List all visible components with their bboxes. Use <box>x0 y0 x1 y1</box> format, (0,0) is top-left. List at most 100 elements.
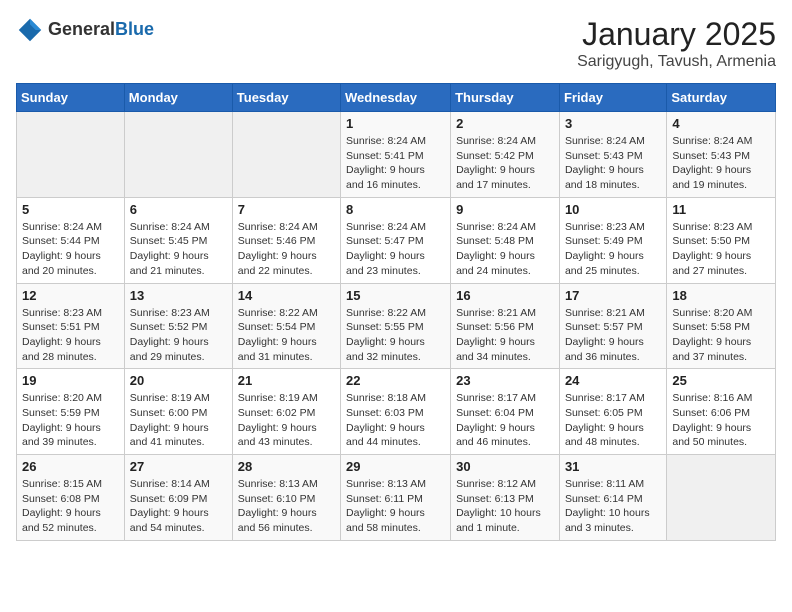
day-number: 31 <box>565 459 661 474</box>
day-info: Sunrise: 8:13 AM Sunset: 6:11 PM Dayligh… <box>346 477 445 536</box>
day-number: 7 <box>238 202 335 217</box>
day-number: 26 <box>22 459 119 474</box>
calendar-cell: 17Sunrise: 8:21 AM Sunset: 5:57 PM Dayli… <box>559 283 666 369</box>
page-header: GeneralBlue January 2025 Sarigyugh, Tavu… <box>16 16 776 71</box>
calendar-cell: 6Sunrise: 8:24 AM Sunset: 5:45 PM Daylig… <box>124 197 232 283</box>
day-number: 14 <box>238 288 335 303</box>
day-info: Sunrise: 8:21 AM Sunset: 5:56 PM Dayligh… <box>456 306 554 365</box>
day-info: Sunrise: 8:20 AM Sunset: 5:58 PM Dayligh… <box>672 306 770 365</box>
day-info: Sunrise: 8:14 AM Sunset: 6:09 PM Dayligh… <box>130 477 227 536</box>
day-number: 19 <box>22 373 119 388</box>
logo-text-blue: Blue <box>115 19 154 39</box>
day-info: Sunrise: 8:17 AM Sunset: 6:04 PM Dayligh… <box>456 391 554 450</box>
logo-icon <box>16 16 44 44</box>
day-number: 5 <box>22 202 119 217</box>
calendar-cell: 21 Sunrise: 8:19 AM Sunset: 6:02 PM Dayli… <box>232 369 340 455</box>
calendar-cell: 2 Sunrise: 8:24 AM Sunset: 5:42 PM Daylig… <box>451 112 560 198</box>
day-info: Sunrise: 8:23 AM Sunset: 5:50 PM Dayligh… <box>672 220 770 279</box>
calendar-cell: 23 Sunrise: 8:17 AM Sunset: 6:04 PM Dayli… <box>451 369 560 455</box>
day-info: Sunrise: 8:23 AM Sunset: 5:49 PM Dayligh… <box>565 220 661 279</box>
calendar-cell: 27 Sunrise: 8:14 AM Sunset: 6:09 PM Dayli… <box>124 455 232 541</box>
calendar-cell <box>667 455 776 541</box>
day-number: 21 <box>238 373 335 388</box>
calendar-cell <box>232 112 340 198</box>
calendar-cell: 31 Sunrise: 8:11 AM Sunset: 6:14 PM Dayli… <box>559 455 666 541</box>
day-number: 8 <box>346 202 445 217</box>
day-info: Sunrise: 8:11 AM Sunset: 6:14 PM Dayligh… <box>565 477 661 536</box>
calendar-cell: 1 Sunrise: 8:24 AM Sunset: 5:41 PM Daylig… <box>341 112 451 198</box>
day-header-saturday: Saturday <box>667 84 776 112</box>
calendar-cell: 7 Sunrise: 8:24 AM Sunset: 5:46 PM Daylig… <box>232 197 340 283</box>
calendar-cell: 25 Sunrise: 8:16 AM Sunset: 6:06 PM Dayli… <box>667 369 776 455</box>
day-header-tuesday: Tuesday <box>232 84 340 112</box>
day-number: 27 <box>130 459 227 474</box>
calendar-cell: 18 Sunrise: 8:20 AM Sunset: 5:58 PM Dayli… <box>667 283 776 369</box>
day-info: Sunrise: 8:24 AM Sunset: 5:43 PM Dayligh… <box>565 134 661 193</box>
day-number: 10 <box>565 202 661 217</box>
month-title: January 2025 <box>577 16 776 53</box>
day-number: 30 <box>456 459 554 474</box>
calendar-cell: 13Sunrise: 8:23 AM Sunset: 5:52 PM Dayli… <box>124 283 232 369</box>
day-number: 3 <box>565 116 661 131</box>
day-number: 28 <box>238 459 335 474</box>
day-header-monday: Monday <box>124 84 232 112</box>
day-number: 23 <box>456 373 554 388</box>
day-number: 29 <box>346 459 445 474</box>
calendar-cell: 8 Sunrise: 8:24 AM Sunset: 5:47 PM Daylig… <box>341 197 451 283</box>
day-number: 2 <box>456 116 554 131</box>
calendar-cell: 24Sunrise: 8:17 AM Sunset: 6:05 PM Dayli… <box>559 369 666 455</box>
day-info: Sunrise: 8:24 AM Sunset: 5:48 PM Dayligh… <box>456 220 554 279</box>
day-number: 9 <box>456 202 554 217</box>
day-info: Sunrise: 8:23 AM Sunset: 5:51 PM Dayligh… <box>22 306 119 365</box>
day-info: Sunrise: 8:24 AM Sunset: 5:47 PM Dayligh… <box>346 220 445 279</box>
day-number: 13 <box>130 288 227 303</box>
day-number: 22 <box>346 373 445 388</box>
week-row-1: 1 Sunrise: 8:24 AM Sunset: 5:41 PM Daylig… <box>17 112 776 198</box>
day-number: 11 <box>672 202 770 217</box>
calendar-body: 1 Sunrise: 8:24 AM Sunset: 5:41 PM Daylig… <box>17 112 776 541</box>
calendar-cell: 14 Sunrise: 8:22 AM Sunset: 5:54 PM Dayli… <box>232 283 340 369</box>
day-number: 1 <box>346 116 445 131</box>
day-info: Sunrise: 8:15 AM Sunset: 6:08 PM Dayligh… <box>22 477 119 536</box>
calendar-header: SundayMondayTuesdayWednesdayThursdayFrid… <box>17 84 776 112</box>
calendar-cell: 9 Sunrise: 8:24 AM Sunset: 5:48 PM Daylig… <box>451 197 560 283</box>
day-number: 25 <box>672 373 770 388</box>
day-info: Sunrise: 8:20 AM Sunset: 5:59 PM Dayligh… <box>22 391 119 450</box>
week-row-5: 26 Sunrise: 8:15 AM Sunset: 6:08 PM Dayli… <box>17 455 776 541</box>
location-title: Sarigyugh, Tavush, Armenia <box>577 53 776 71</box>
day-number: 12 <box>22 288 119 303</box>
week-row-2: 5 Sunrise: 8:24 AM Sunset: 5:44 PM Daylig… <box>17 197 776 283</box>
calendar-cell: 28 Sunrise: 8:13 AM Sunset: 6:10 PM Dayli… <box>232 455 340 541</box>
calendar-cell: 30 Sunrise: 8:12 AM Sunset: 6:13 PM Dayli… <box>451 455 560 541</box>
calendar-cell: 22 Sunrise: 8:18 AM Sunset: 6:03 PM Dayli… <box>341 369 451 455</box>
day-number: 4 <box>672 116 770 131</box>
day-info: Sunrise: 8:19 AM Sunset: 6:00 PM Dayligh… <box>130 391 227 450</box>
week-row-4: 19 Sunrise: 8:20 AM Sunset: 5:59 PM Dayli… <box>17 369 776 455</box>
day-number: 15 <box>346 288 445 303</box>
day-info: Sunrise: 8:17 AM Sunset: 6:05 PM Dayligh… <box>565 391 661 450</box>
day-info: Sunrise: 8:19 AM Sunset: 6:02 PM Dayligh… <box>238 391 335 450</box>
day-info: Sunrise: 8:24 AM Sunset: 5:41 PM Dayligh… <box>346 134 445 193</box>
calendar-cell: 4Sunrise: 8:24 AM Sunset: 5:43 PM Daylig… <box>667 112 776 198</box>
day-info: Sunrise: 8:24 AM Sunset: 5:46 PM Dayligh… <box>238 220 335 279</box>
day-info: Sunrise: 8:16 AM Sunset: 6:06 PM Dayligh… <box>672 391 770 450</box>
logo: GeneralBlue <box>16 16 154 44</box>
day-info: Sunrise: 8:24 AM Sunset: 5:42 PM Dayligh… <box>456 134 554 193</box>
day-info: Sunrise: 8:13 AM Sunset: 6:10 PM Dayligh… <box>238 477 335 536</box>
calendar-cell: 19 Sunrise: 8:20 AM Sunset: 5:59 PM Dayli… <box>17 369 125 455</box>
day-info: Sunrise: 8:24 AM Sunset: 5:44 PM Dayligh… <box>22 220 119 279</box>
day-header-sunday: Sunday <box>17 84 125 112</box>
calendar-cell: 11 Sunrise: 8:23 AM Sunset: 5:50 PM Dayli… <box>667 197 776 283</box>
day-info: Sunrise: 8:22 AM Sunset: 5:55 PM Dayligh… <box>346 306 445 365</box>
calendar-cell: 15 Sunrise: 8:22 AM Sunset: 5:55 PM Dayli… <box>341 283 451 369</box>
day-number: 18 <box>672 288 770 303</box>
calendar-table: SundayMondayTuesdayWednesdayThursdayFrid… <box>16 83 776 541</box>
week-row-3: 12 Sunrise: 8:23 AM Sunset: 5:51 PM Dayli… <box>17 283 776 369</box>
calendar-cell: 12 Sunrise: 8:23 AM Sunset: 5:51 PM Dayli… <box>17 283 125 369</box>
day-number: 20 <box>130 373 227 388</box>
day-info: Sunrise: 8:22 AM Sunset: 5:54 PM Dayligh… <box>238 306 335 365</box>
calendar-cell <box>124 112 232 198</box>
day-info: Sunrise: 8:18 AM Sunset: 6:03 PM Dayligh… <box>346 391 445 450</box>
day-info: Sunrise: 8:12 AM Sunset: 6:13 PM Dayligh… <box>456 477 554 536</box>
calendar-cell <box>17 112 125 198</box>
